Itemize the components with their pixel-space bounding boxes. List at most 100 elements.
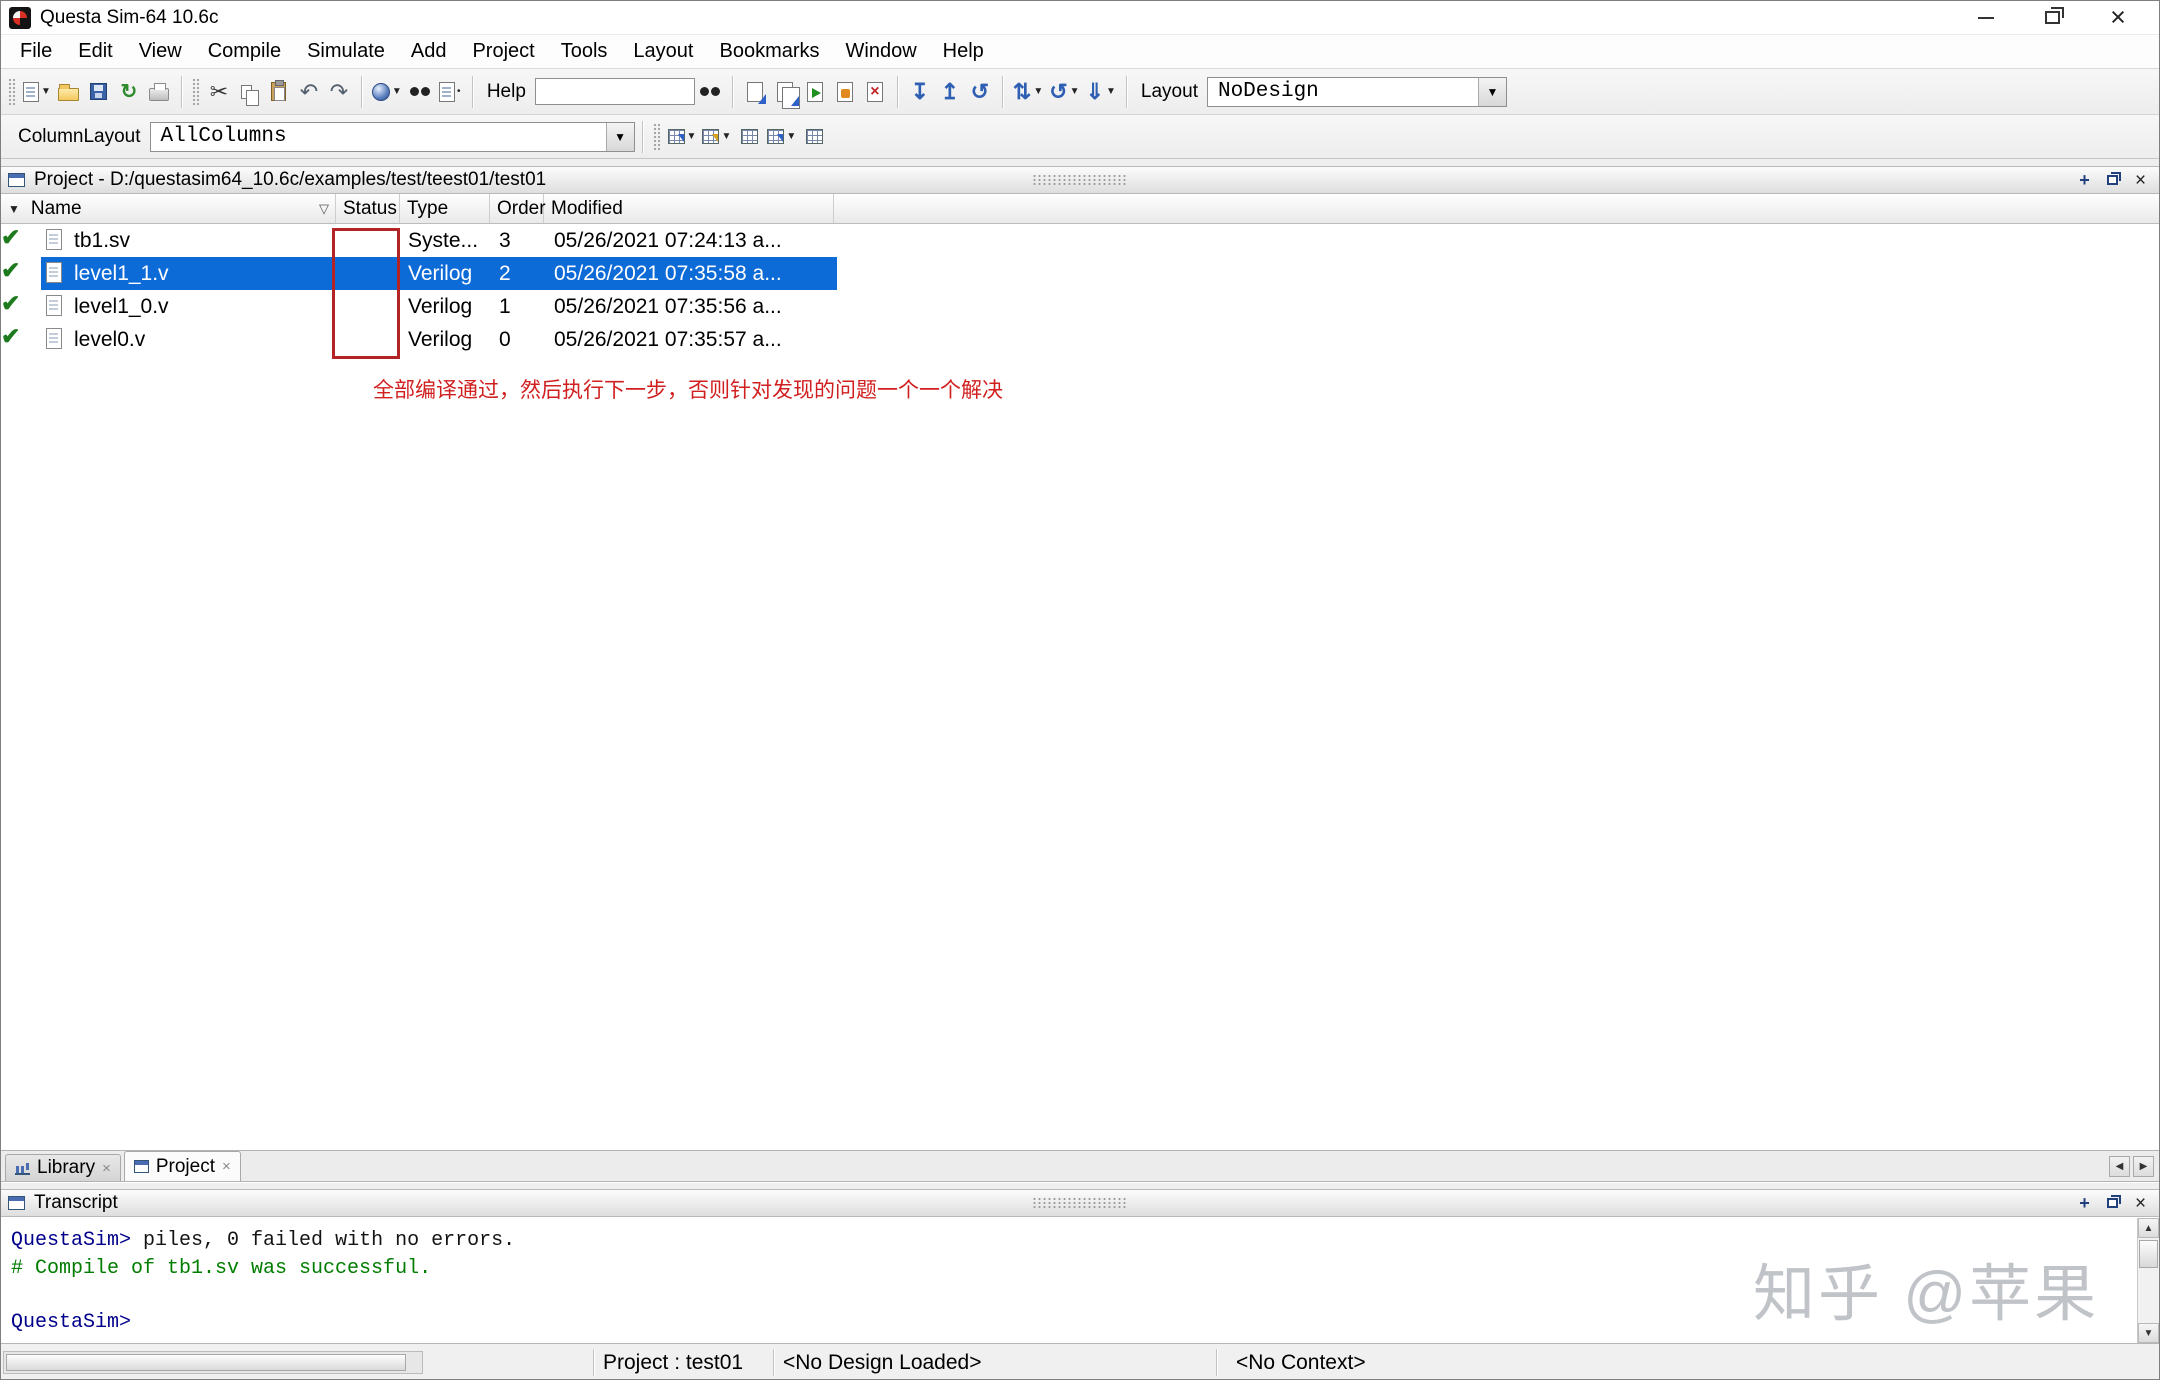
scroll-down-button[interactable]: ▼: [2138, 1323, 2159, 1343]
status-divider: [773, 1349, 774, 1376]
status-design: <No Design Loaded>: [783, 1344, 982, 1380]
help-search-button[interactable]: [695, 76, 725, 108]
magnifier-dot-icon: •: [457, 86, 461, 97]
tool-menu-button[interactable]: ▼: [369, 76, 405, 108]
tab-library[interactable]: Library ×: [5, 1154, 121, 1181]
maximize-button[interactable]: [2019, 1, 2085, 34]
run-continue-button[interactable]: ↺▼: [1046, 76, 1082, 108]
column-header-order[interactable]: Order: [490, 194, 544, 223]
break-button[interactable]: ×: [860, 76, 890, 108]
tab-project[interactable]: Project ×: [124, 1151, 241, 1181]
panel-undock-button[interactable]: +: [2073, 170, 2096, 191]
run-all-icon: ⇓: [1086, 81, 1104, 103]
panel-close-button[interactable]: ×: [2129, 170, 2152, 191]
menu-item-help[interactable]: Help: [930, 40, 997, 63]
app-icon[interactable]: [9, 7, 31, 29]
cut-button[interactable]: ✂: [204, 76, 234, 108]
table-row-level1_0v[interactable]: level1_0.v ✔ Verilog 1 05/26/2021 07:35:…: [1, 290, 2159, 323]
menu-item-file[interactable]: File: [7, 40, 65, 63]
panel-undock-button[interactable]: +: [2073, 1193, 2096, 1214]
copy-button[interactable]: [234, 76, 264, 108]
save-button[interactable]: [84, 76, 114, 108]
find-in-files-button[interactable]: •: [435, 76, 465, 108]
window-controls: ×: [1953, 1, 2151, 34]
status-check-icon: ✔: [1, 290, 20, 316]
column-header-name[interactable]: ▼ Name ▽: [1, 194, 336, 223]
toolbar-separator: [361, 76, 362, 108]
grid-icon: [702, 129, 719, 144]
help-search-input[interactable]: [535, 78, 695, 105]
scrollbar-thumb[interactable]: [6, 1354, 406, 1371]
tab-scroll-right-button[interactable]: ▶: [2133, 1156, 2154, 1177]
layout-combobox[interactable]: NoDesign ▼: [1207, 77, 1507, 107]
toolbar-drag-handle[interactable]: [8, 78, 15, 106]
menu-item-window[interactable]: Window: [833, 40, 930, 63]
compile-all-button[interactable]: [770, 76, 800, 108]
restart-button[interactable]: ↺: [965, 76, 995, 108]
menu-item-bookmarks[interactable]: Bookmarks: [706, 40, 832, 63]
document-icon: [439, 82, 455, 102]
column-header-modified[interactable]: Modified: [544, 194, 834, 223]
triangle-overlay-icon: [712, 134, 718, 142]
toolbar-drag-handle[interactable]: [653, 123, 660, 151]
toolbar-drag-handle[interactable]: [192, 78, 199, 106]
paste-icon: [271, 82, 286, 101]
scroll-up-button[interactable]: ▲: [2138, 1218, 2159, 1238]
step-into-button[interactable]: ↧: [905, 76, 935, 108]
delete-column-layout-button[interactable]: [799, 121, 829, 153]
minimize-button[interactable]: [1953, 1, 2019, 34]
scrollbar-thumb[interactable]: [2139, 1240, 2158, 1268]
optimize-button[interactable]: [830, 76, 860, 108]
new-file-button[interactable]: ▼: [20, 76, 54, 108]
close-button[interactable]: ×: [2085, 1, 2151, 34]
undo-button[interactable]: ↶: [294, 76, 324, 108]
panel-maximize-button[interactable]: [2101, 170, 2124, 191]
menu-item-simulate[interactable]: Simulate: [294, 40, 398, 63]
columnlayout-combobox[interactable]: AllColumns ▼: [150, 122, 635, 152]
redo-button[interactable]: ↷: [324, 76, 354, 108]
menu-item-tools[interactable]: Tools: [548, 40, 621, 63]
paste-button[interactable]: [264, 76, 294, 108]
layout-dropdown-button[interactable]: ▼: [1478, 78, 1506, 106]
column-header-type[interactable]: Type: [400, 194, 490, 223]
refresh-columns-button[interactable]: [734, 121, 764, 153]
menu-item-project[interactable]: Project: [459, 40, 547, 63]
tab-close-icon[interactable]: ×: [102, 1160, 111, 1177]
menu-item-edit[interactable]: Edit: [65, 40, 125, 63]
menu-item-layout[interactable]: Layout: [620, 40, 706, 63]
column-header-status[interactable]: Status: [336, 194, 400, 223]
reload-button[interactable]: ↻: [114, 76, 144, 108]
menu-item-view[interactable]: View: [126, 40, 195, 63]
toolbar-separator: [732, 76, 733, 108]
print-button[interactable]: [144, 76, 174, 108]
transcript-vertical-scrollbar[interactable]: ▲ ▼: [2137, 1218, 2159, 1343]
expand-columns-button[interactable]: ▼: [665, 121, 700, 153]
tab-scroll-left-button[interactable]: ◀: [2109, 1156, 2130, 1177]
tab-close-icon[interactable]: ×: [222, 1158, 231, 1175]
panel-drag-handle[interactable]: [1032, 174, 1128, 187]
collapse-columns-button[interactable]: ▼: [699, 121, 734, 153]
columnlayout-dropdown-button[interactable]: ▼: [606, 123, 634, 151]
open-button[interactable]: [54, 76, 84, 108]
panel-drag-handle[interactable]: [1032, 1197, 1128, 1210]
save-column-layout-button[interactable]: ▼: [764, 121, 799, 153]
cut-icon: ✂: [210, 81, 228, 103]
table-row-level1_1v[interactable]: level1_1.v ✔ Verilog 2 05/26/2021 07:35:…: [1, 257, 2159, 290]
menu-item-compile[interactable]: Compile: [195, 40, 294, 63]
column-label-name: Name: [31, 198, 82, 220]
compile-button[interactable]: [740, 76, 770, 108]
run-button[interactable]: ⇅▼: [1010, 76, 1046, 108]
simulate-button[interactable]: [800, 76, 830, 108]
run-all-button[interactable]: ⇓▼: [1083, 76, 1119, 108]
panel-close-button[interactable]: ×: [2129, 1193, 2152, 1214]
panel-maximize-button[interactable]: [2101, 1193, 2124, 1214]
transcript-horizontal-scrollbar[interactable]: [3, 1351, 423, 1374]
table-row-level0v[interactable]: level0.v ✔ Verilog 0 05/26/2021 07:35:57…: [1, 323, 2159, 356]
layout-value: NoDesign: [1208, 78, 1478, 106]
transcript-body[interactable]: QuestaSim>piles, 0 failed with no errors…: [1, 1218, 2159, 1343]
step-out-button[interactable]: ↥: [935, 76, 965, 108]
menu-item-add[interactable]: Add: [398, 40, 460, 63]
tree-collapse-icon[interactable]: ▼: [8, 202, 20, 216]
find-button[interactable]: [405, 76, 435, 108]
table-row-tb1sv[interactable]: tb1.sv ✔ Syste... 3 05/26/2021 07:24:13 …: [1, 224, 2159, 257]
